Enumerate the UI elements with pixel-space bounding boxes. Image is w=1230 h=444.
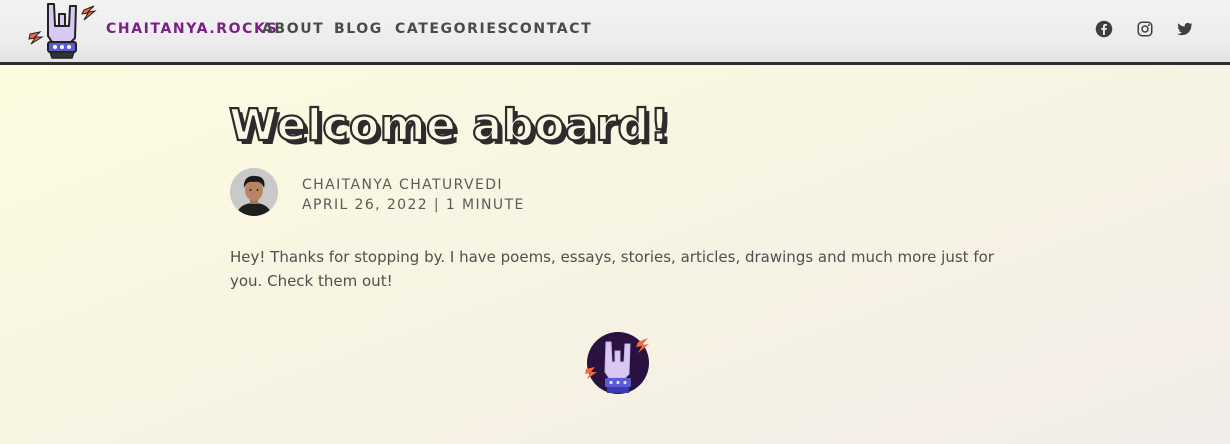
top-navigation-bar: CHAITANYA.ROCKS ABOUT BLOG CATEGORIES CO…: [0, 0, 1230, 62]
nav-contact-link[interactable]: CONTACT: [508, 21, 592, 37]
rock-hand-badge-icon: [585, 332, 649, 394]
author-name[interactable]: CHAITANYA CHATURVEDI: [302, 177, 503, 193]
author-avatar[interactable]: [230, 168, 278, 216]
nav-blog-link[interactable]: BLOG: [334, 21, 383, 37]
twitter-icon[interactable]: [1176, 20, 1194, 38]
facebook-icon[interactable]: [1095, 20, 1113, 38]
post-body: Hey! Thanks for stopping by. I have poem…: [230, 248, 994, 290]
instagram-icon[interactable]: [1136, 20, 1154, 38]
rock-hand-logo-icon[interactable]: [28, 0, 98, 62]
nav-about-link[interactable]: ABOUT: [262, 21, 324, 37]
site-brand-link[interactable]: CHAITANYA.ROCKS: [106, 21, 278, 37]
post-date-readtime: APRIL 26, 2022 | 1 MINUTE: [302, 197, 525, 213]
header-divider: [0, 62, 1230, 65]
nav-categories-link[interactable]: CATEGORIES: [395, 21, 509, 37]
post-title: Welcome aboard!: [228, 99, 671, 152]
